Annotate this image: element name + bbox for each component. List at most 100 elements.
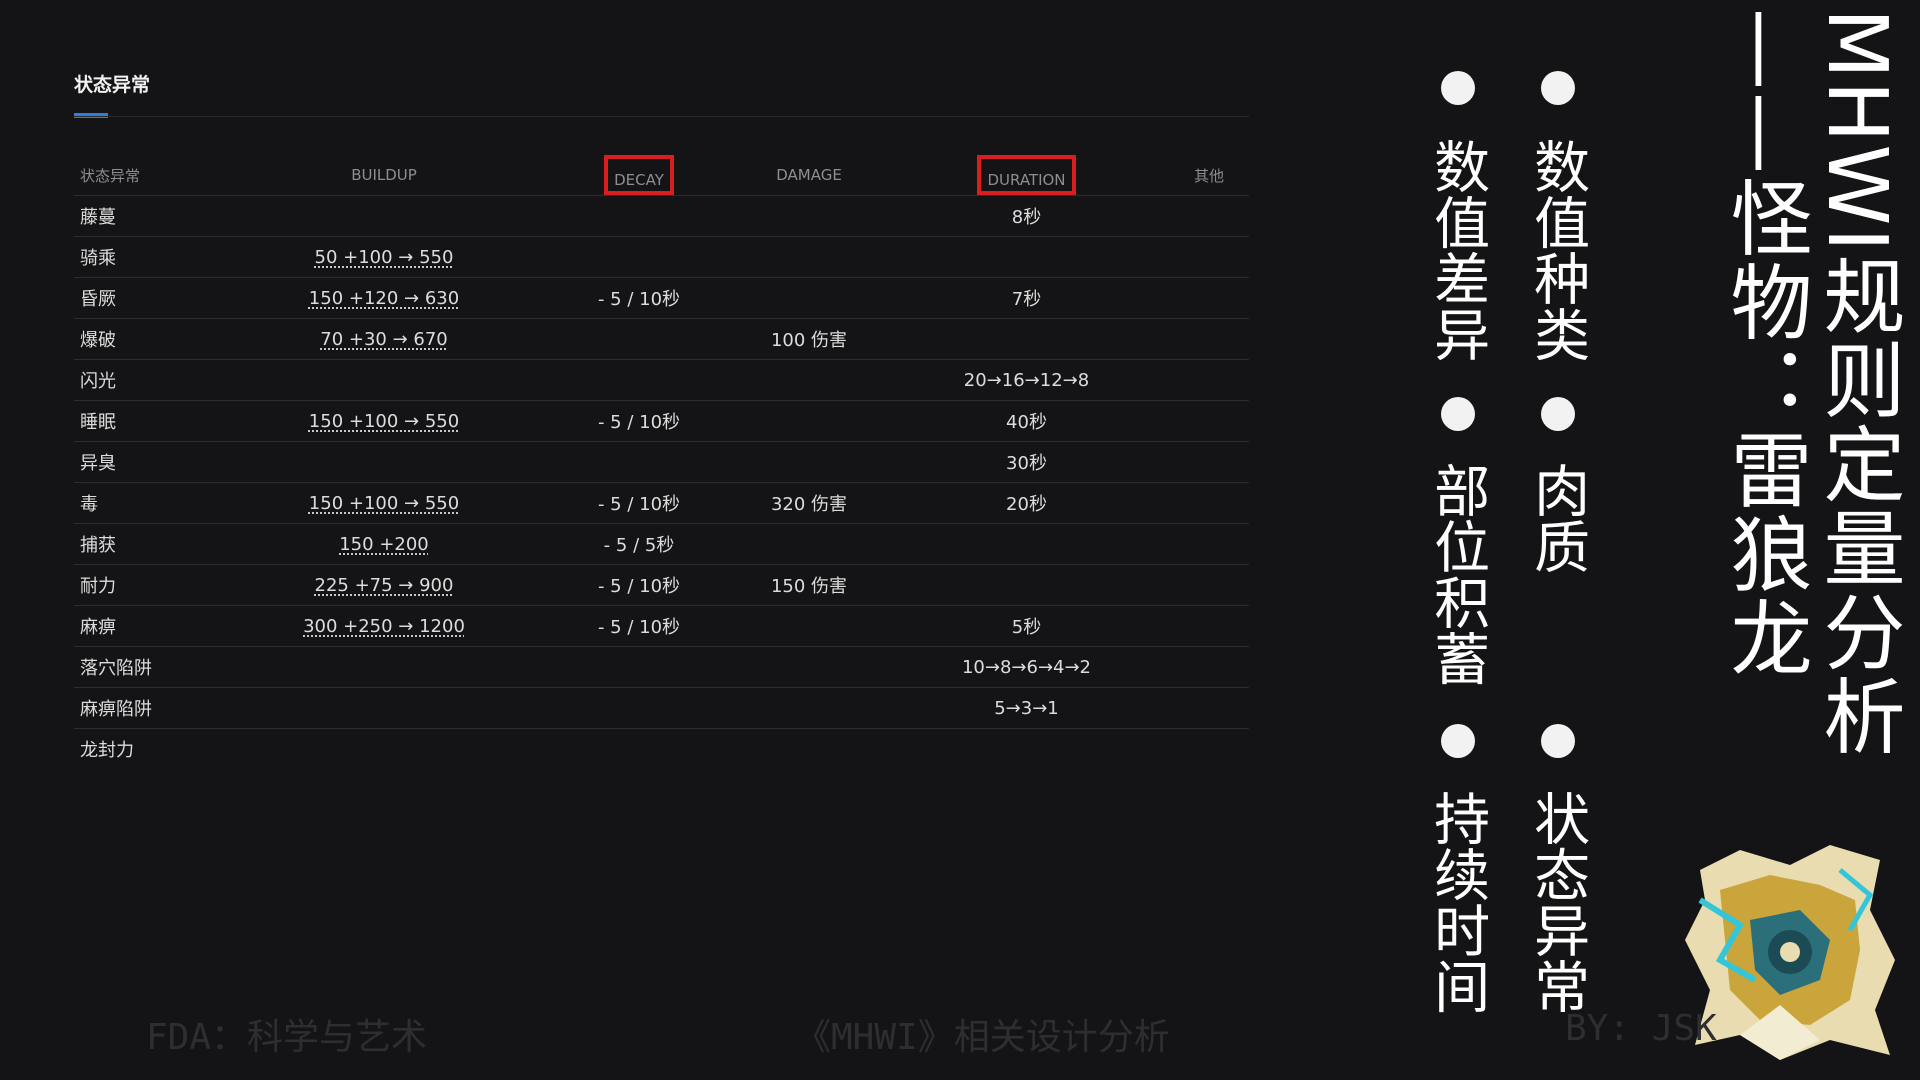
cell-decay: - 5 / 10秒 — [544, 564, 734, 606]
cell-decay: - 5 / 5秒 — [544, 523, 734, 565]
topic-duration: 持续时间 — [1424, 790, 1490, 1014]
cell-decay — [544, 195, 734, 237]
cell-buildup: 150 +120 → 630 — [224, 277, 544, 319]
cell-other — [1169, 318, 1249, 360]
duration-highlight-box: DURATION — [977, 155, 1076, 195]
buildup-value[interactable]: 150 +120 → 630 — [309, 288, 459, 309]
col-header-buildup: BUILDUP — [224, 155, 544, 196]
cell-other — [1169, 729, 1249, 770]
topic-value-types: 数值种类 — [1524, 138, 1590, 362]
col-header-duration: DURATION — [884, 155, 1169, 196]
cell-damage — [734, 441, 884, 483]
cell-duration: 20秒 — [884, 482, 1169, 524]
table-row: 藤蔓 8秒 — [74, 195, 1249, 237]
cell-other — [1169, 646, 1249, 688]
topic-value-differences: 数值差异 — [1424, 138, 1490, 362]
cell-other — [1169, 687, 1249, 729]
table-row: 龙封力 — [74, 729, 1249, 770]
cell-damage — [734, 729, 884, 770]
cell-damage — [734, 277, 884, 319]
slide-title-line2: ——怪物：雷狼龙 — [1716, 8, 1811, 680]
cell-damage: 100 伤害 — [734, 318, 884, 360]
cell-status: 昏厥 — [74, 277, 224, 319]
cell-buildup — [224, 359, 544, 401]
cell-other — [1169, 523, 1249, 565]
buildup-value[interactable]: 50 +100 → 550 — [315, 247, 454, 268]
buildup-value[interactable]: 150 +200 — [339, 534, 429, 555]
cell-damage — [734, 236, 884, 278]
cell-buildup — [224, 646, 544, 688]
cell-buildup: 150 +100 → 550 — [224, 400, 544, 442]
cell-decay — [544, 236, 734, 278]
table-row: 骑乘 50 +100 → 550 — [74, 236, 1249, 278]
cell-status: 异臭 — [74, 441, 224, 483]
table-row: 麻痹 300 +250 → 1200 - 5 / 10秒 5秒 — [74, 605, 1249, 647]
cell-buildup: 300 +250 → 1200 — [224, 605, 544, 647]
cell-duration — [884, 564, 1169, 606]
cell-other — [1169, 277, 1249, 319]
status-table: 状态异常 BUILDUP DECAY DAMAGE DURATION 其他 藤蔓… — [74, 155, 1249, 769]
cell-decay — [544, 646, 734, 688]
footer-right: BY: JSK — [1565, 1008, 1717, 1049]
topic-hitzones: 肉质 — [1524, 462, 1590, 574]
bullet-dot — [1541, 397, 1575, 431]
bullet-dot — [1441, 397, 1475, 431]
cell-buildup: 225 +75 → 900 — [224, 564, 544, 606]
cell-duration: 8秒 — [884, 195, 1169, 237]
cell-duration: 5→3→1 — [884, 687, 1169, 729]
cell-buildup — [224, 195, 544, 237]
bullet-dot — [1541, 71, 1575, 105]
cell-damage — [734, 400, 884, 442]
buildup-value[interactable]: 70 +30 → 670 — [320, 329, 448, 350]
cell-decay — [544, 318, 734, 360]
cell-duration: 30秒 — [884, 441, 1169, 483]
table-row: 毒 150 +100 → 550 - 5 / 10秒 320 伤害 20秒 — [74, 482, 1249, 524]
cell-other — [1169, 605, 1249, 647]
topic-part-buildup: 部位积蓄 — [1424, 462, 1490, 686]
cell-status: 龙封力 — [80, 740, 134, 761]
cell-damage — [734, 646, 884, 688]
table-row: 落穴陷阱 10→8→6→4→2 — [74, 646, 1249, 688]
cell-buildup — [224, 729, 544, 770]
cell-buildup — [224, 441, 544, 483]
cell-status: 睡眠 — [74, 400, 224, 442]
table-row: 闪光 20→16→12→8 — [74, 359, 1249, 401]
panel-title: 状态异常 — [74, 74, 151, 96]
cell-other — [1169, 195, 1249, 237]
buildup-value[interactable]: 300 +250 → 1200 — [303, 616, 465, 637]
cell-duration: 20→16→12→8 — [884, 359, 1169, 401]
cell-other — [1169, 564, 1249, 606]
decay-highlight-box: DECAY — [604, 155, 674, 195]
cell-decay: - 5 / 10秒 — [544, 277, 734, 319]
cell-duration: 7秒 — [884, 277, 1169, 319]
slide-title-line1: MHWI规则定量分析 — [1809, 8, 1904, 758]
buildup-value[interactable]: 150 +100 → 550 — [309, 411, 459, 432]
cell-damage — [734, 687, 884, 729]
buildup-value[interactable]: 225 +75 → 900 — [315, 575, 454, 596]
table-body: 藤蔓 8秒骑乘 50 +100 → 550 昏厥 150 +120 → 630 - 5 /… — [74, 195, 1249, 770]
cell-decay — [544, 687, 734, 729]
buildup-value[interactable]: 150 +100 → 550 — [309, 493, 459, 514]
divider — [74, 116, 1249, 117]
cell-buildup: 150 +100 → 550 — [224, 482, 544, 524]
col-header-other: 其他 — [1169, 155, 1249, 196]
cell-duration — [884, 729, 1169, 770]
cell-damage: 150 伤害 — [734, 564, 884, 606]
table-row: 异臭 30秒 — [74, 441, 1249, 483]
cell-buildup: 150 +200 — [224, 523, 544, 565]
col-header-damage: DAMAGE — [734, 155, 884, 196]
cell-buildup — [224, 687, 544, 729]
cell-status: 骑乘 — [74, 236, 224, 278]
table-row: 睡眠 150 +100 → 550 - 5 / 10秒 40秒 — [74, 400, 1249, 442]
cell-status: 藤蔓 — [74, 195, 224, 237]
col-header-decay: DECAY — [544, 155, 734, 196]
cell-damage — [734, 523, 884, 565]
cell-buildup: 70 +30 → 670 — [224, 318, 544, 360]
table-row: 麻痹陷阱 5→3→1 — [74, 687, 1249, 729]
cell-other — [1169, 236, 1249, 278]
cell-decay — [544, 729, 734, 770]
footer-left: FDA：科学与艺术 — [146, 1017, 428, 1058]
cell-status: 落穴陷阱 — [74, 646, 224, 688]
cell-status: 麻痹陷阱 — [74, 687, 224, 729]
cell-status: 爆破 — [74, 318, 224, 360]
